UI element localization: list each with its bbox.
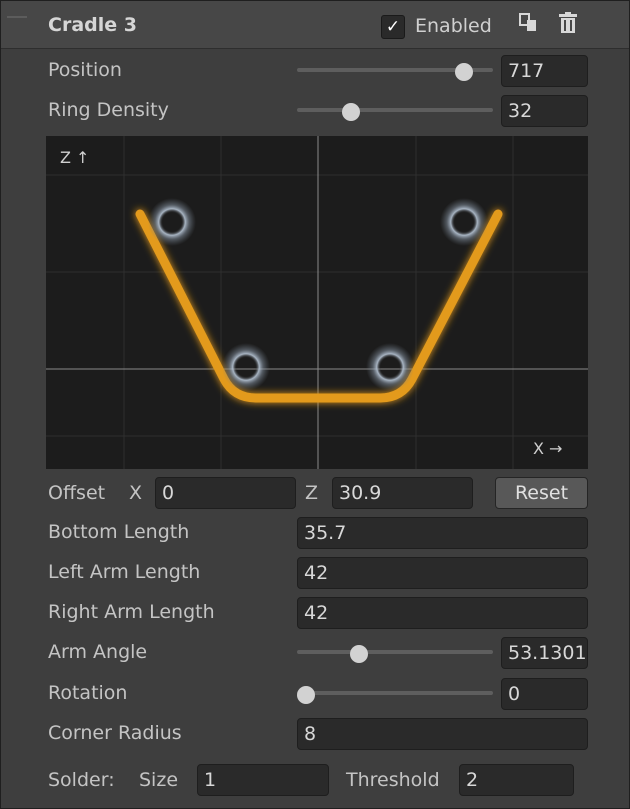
ring-density-slider-thumb[interactable] — [341, 103, 360, 121]
rotation-input[interactable]: 0 — [501, 678, 588, 710]
enabled-checkbox[interactable]: ✓ — [381, 15, 405, 39]
position-slider-thumb[interactable] — [455, 63, 474, 81]
offset-z-label: Z — [305, 482, 319, 504]
panel-header: Cradle 3 ✓ Enabled — [1, 1, 629, 49]
control-handle-bottom-right[interactable] — [366, 343, 414, 391]
position-label: Position — [48, 59, 122, 81]
ring-density-slider[interactable] — [297, 108, 493, 112]
rotation-label: Rotation — [48, 682, 128, 704]
bottom-length-label: Bottom Length — [48, 521, 190, 543]
ring-density-label: Ring Density — [48, 99, 169, 121]
offset-x-label: X — [129, 482, 143, 504]
offset-z-input[interactable]: 30.9 — [332, 477, 473, 509]
solder-size-input[interactable]: 1 — [197, 764, 329, 796]
arm-angle-label: Arm Angle — [48, 641, 148, 663]
grid-lines — [46, 136, 588, 469]
axis-lines — [46, 136, 588, 469]
control-handle-top-left[interactable] — [148, 198, 196, 246]
ring-density-input[interactable]: 32 — [501, 95, 588, 127]
copy-icon[interactable] — [517, 11, 541, 35]
cradle-inspector-panel: Cradle 3 ✓ Enabled Position 717 Ring Den… — [0, 0, 630, 809]
right-arm-length-label: Right Arm Length — [48, 601, 215, 623]
corner-radius-label: Corner Radius — [48, 722, 182, 744]
arm-angle-slider-thumb[interactable] — [350, 645, 369, 663]
bottom-length-input[interactable]: 35.7 — [297, 517, 588, 549]
enabled-label: Enabled — [415, 15, 492, 37]
rotation-slider-thumb[interactable] — [297, 686, 315, 704]
offset-label: Offset — [48, 482, 106, 504]
cradle-profile-canvas[interactable] — [46, 136, 588, 469]
solder-threshold-input[interactable]: 2 — [459, 764, 574, 796]
drag-grip-icon[interactable] — [7, 16, 27, 24]
panel-title: Cradle 3 — [48, 14, 137, 36]
solder-size-label: Size — [139, 769, 179, 791]
arm-angle-slider[interactable] — [297, 650, 493, 654]
arm-angle-input[interactable]: 53.1301 — [501, 637, 588, 669]
position-input[interactable]: 717 — [501, 55, 588, 87]
offset-x-input[interactable]: 0 — [155, 477, 296, 509]
x-axis-label: X → — [533, 439, 563, 458]
cradle-profile-viewport[interactable]: Z ↑ X → — [46, 136, 588, 469]
control-handle-bottom-left[interactable] — [222, 343, 270, 391]
cradle-profile-curve — [135, 209, 503, 403]
z-axis-label: Z ↑ — [60, 148, 90, 167]
solder-label: Solder: — [48, 769, 115, 791]
right-arm-length-input[interactable]: 42 — [297, 597, 588, 629]
left-arm-length-label: Left Arm Length — [48, 561, 201, 583]
left-arm-length-input[interactable]: 42 — [297, 557, 588, 589]
solder-threshold-label: Threshold — [346, 769, 440, 791]
trash-icon[interactable] — [556, 11, 580, 35]
reset-offset-button[interactable]: Reset — [495, 477, 588, 509]
rotation-slider[interactable] — [297, 691, 493, 695]
corner-radius-input[interactable]: 8 — [297, 718, 588, 750]
control-handle-top-right[interactable] — [440, 198, 488, 246]
